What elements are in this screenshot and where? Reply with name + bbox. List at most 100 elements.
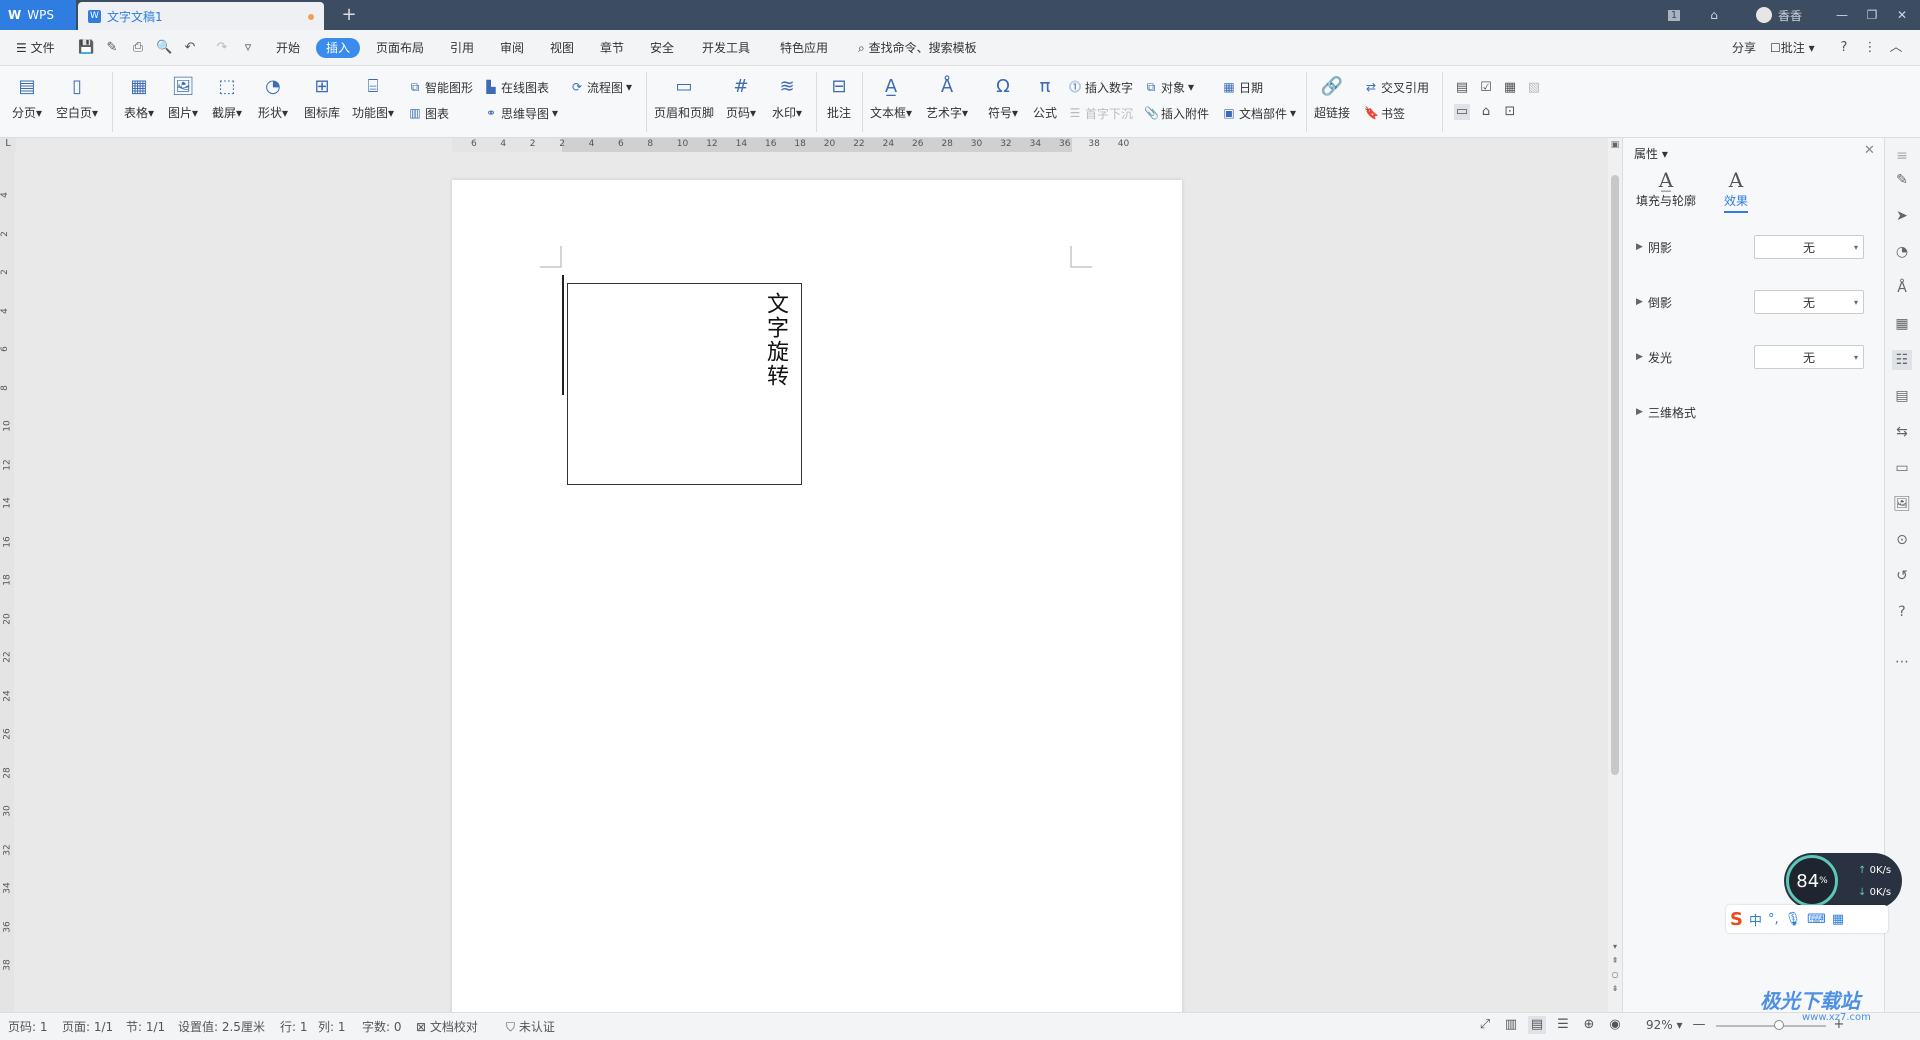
menu-review[interactable]: 审阅: [494, 38, 530, 58]
document-tab[interactable]: W 文字文稿1: [78, 2, 324, 30]
restore-icon[interactable]: ❐: [1862, 0, 1882, 30]
glow-select[interactable]: 无 ▾: [1754, 345, 1864, 369]
web-view-icon[interactable]: ⊕: [1580, 1016, 1598, 1034]
menu-features[interactable]: 特色应用: [774, 38, 834, 58]
expand-arrow-icon[interactable]: ▶: [1636, 297, 1648, 307]
layout-option-6-icon[interactable]: ⌂: [1478, 104, 1494, 120]
status-word-count[interactable]: 字数: 0: [362, 1018, 402, 1035]
textbox-content[interactable]: 文字旋转: [759, 292, 791, 388]
ime-mode[interactable]: 中: [1749, 910, 1762, 929]
help-icon[interactable]: ?: [1836, 40, 1852, 56]
chart-button[interactable]: ▥ 图表: [408, 104, 449, 122]
bookmark-button[interactable]: 🔖 书签: [1364, 104, 1405, 122]
comment-menu[interactable]: ☐批注 ▾: [1764, 38, 1821, 58]
object-button[interactable]: ⧉ 对象 ▾: [1144, 78, 1194, 96]
pen-icon[interactable]: ✎: [1892, 170, 1912, 190]
outline-view-icon[interactable]: ☰: [1554, 1016, 1572, 1034]
zoom-out-icon[interactable]: —: [1690, 1016, 1708, 1034]
command-search[interactable]: ⌕ 查找命令、搜索模板: [852, 38, 983, 58]
more-icon[interactable]: ⋮: [1862, 40, 1878, 56]
two-page-view-icon[interactable]: ▥: [1502, 1016, 1520, 1034]
scrollbar-thumb[interactable]: [1611, 175, 1619, 775]
smart-shape-button[interactable]: ⧉ 智能图形: [408, 78, 473, 96]
eye-protection-icon[interactable]: ◉: [1606, 1016, 1624, 1034]
punctuation-icon[interactable]: °,: [1768, 912, 1779, 927]
more-icon[interactable]: ⋯: [1892, 652, 1912, 672]
textbox-button[interactable]: A̲ 文本框▾: [870, 74, 912, 121]
table-icon[interactable]: ▦: [1892, 314, 1912, 334]
cursor-icon[interactable]: ➤: [1892, 206, 1912, 226]
microphone-icon[interactable]: 🎙: [1785, 912, 1802, 927]
help-icon[interactable]: ?: [1892, 602, 1912, 622]
zoom-level[interactable]: 92% ▾: [1646, 1018, 1683, 1032]
shapes-button[interactable]: ◔ 形状▾: [258, 74, 288, 121]
function-chart-button[interactable]: ⌸ 功能图▾: [352, 74, 394, 121]
print-preview-icon[interactable]: 🔍: [156, 40, 172, 56]
tab-fill-outline[interactable]: A̲ 填充与轮廓: [1636, 168, 1696, 209]
tab-effects[interactable]: A 效果: [1724, 168, 1749, 213]
close-icon[interactable]: ✕: [1892, 0, 1912, 30]
panel-title[interactable]: 属性 ▾: [1634, 145, 1668, 162]
page-break-button[interactable]: ▤ 分页▾: [12, 74, 42, 121]
menu-security[interactable]: 安全: [644, 38, 680, 58]
status-section[interactable]: 节: 1/1: [126, 1018, 165, 1035]
share-button[interactable]: 分享: [1726, 38, 1762, 58]
wordart-button[interactable]: Å 艺术字▾: [926, 74, 968, 121]
menu-home[interactable]: 开始: [270, 38, 306, 58]
status-page[interactable]: 页码: 1: [8, 1018, 48, 1035]
user-account[interactable]: 香香: [1744, 0, 1814, 30]
expand-arrow-icon[interactable]: ▶: [1636, 242, 1648, 252]
sidebar-handle-icon[interactable]: ≡: [1892, 146, 1912, 166]
date-button[interactable]: ▦ 日期: [1222, 78, 1263, 96]
menu-insert[interactable]: 插入: [316, 38, 361, 58]
page-count-badge[interactable]: 1: [1664, 0, 1684, 30]
image-button[interactable]: 🖼 图片▾: [168, 74, 198, 121]
reflection-row[interactable]: ▶ 倒影 无 ▾: [1636, 289, 1872, 315]
customize-toolbar-icon[interactable]: ▿: [240, 40, 256, 56]
3d-format-row[interactable]: ▶ 三维格式: [1636, 399, 1872, 425]
zoom-slider-handle[interactable]: [1774, 1020, 1784, 1030]
scroll-mode-icon[interactable]: ▣: [1610, 140, 1620, 152]
status-setting[interactable]: 设置值: 2.5厘米: [178, 1018, 265, 1035]
drop-cap-button[interactable]: ☰ 首字下沉: [1068, 104, 1133, 122]
menu-developer[interactable]: 开发工具: [696, 38, 756, 58]
symbol-button[interactable]: Ω 符号▾: [988, 74, 1018, 121]
online-chart-button[interactable]: ▙ 在线图表: [484, 78, 549, 96]
layout-option-4-icon[interactable]: ▧: [1526, 80, 1542, 96]
status-col[interactable]: 列: 1: [318, 1018, 346, 1035]
rotated-text-box[interactable]: 文字旋转: [567, 283, 802, 485]
cross-reference-button[interactable]: ⇄ 交叉引用: [1364, 78, 1429, 96]
hyperlink-button[interactable]: 🔗 超链接: [1314, 74, 1350, 121]
status-row[interactable]: 行: 1: [280, 1018, 308, 1035]
history-icon[interactable]: ↺: [1892, 566, 1912, 586]
image-icon[interactable]: 🖼: [1892, 494, 1912, 514]
expand-arrow-icon[interactable]: ▶: [1636, 407, 1648, 417]
backup-icon[interactable]: ⊙: [1892, 530, 1912, 550]
close-panel-icon[interactable]: ✕: [1864, 143, 1875, 158]
ime-toolbar[interactable]: S 中 °, 🎙 ⌨ ▦: [1726, 905, 1888, 933]
table-button[interactable]: ▦ 表格▾: [124, 74, 154, 121]
format-painter-icon[interactable]: ✎: [104, 40, 120, 56]
attachment-button[interactable]: 📎 插入附件: [1144, 104, 1209, 122]
proofing-button[interactable]: ⊠ 文档校对: [416, 1018, 478, 1035]
icon-library-button[interactable]: ⊞ 图标库: [304, 74, 340, 121]
undo-icon[interactable]: ↶: [182, 40, 198, 56]
menu-view[interactable]: 视图: [544, 38, 580, 58]
minimize-icon[interactable]: —: [1832, 0, 1852, 30]
shadow-select[interactable]: 无 ▾: [1754, 235, 1864, 259]
translate-icon[interactable]: ⇆: [1892, 422, 1912, 442]
page-view-icon[interactable]: ▤: [1528, 1016, 1546, 1034]
flowchart-button[interactable]: ⟳ 流程图 ▾: [570, 78, 632, 96]
page-number-button[interactable]: # 页码▾: [726, 74, 756, 121]
archive-icon[interactable]: ▭: [1892, 458, 1912, 478]
ruler-corner-icon[interactable]: L: [0, 138, 16, 152]
watermark-button[interactable]: ≋ 水印▾: [772, 74, 802, 121]
save-icon[interactable]: 💾: [78, 40, 94, 56]
text-style-icon[interactable]: Å: [1892, 278, 1912, 298]
mindmap-button[interactable]: ⚭ 思维导图 ▾: [484, 104, 558, 122]
screenshot-button[interactable]: ⬚ 截屏▾: [212, 74, 242, 121]
keyboard-icon[interactable]: ⌨: [1807, 912, 1826, 927]
header-footer-button[interactable]: ▭ 页眉和页脚: [654, 74, 714, 121]
settings-sliders-icon[interactable]: ☷: [1892, 350, 1912, 370]
shapes-icon[interactable]: ◔: [1892, 242, 1912, 262]
